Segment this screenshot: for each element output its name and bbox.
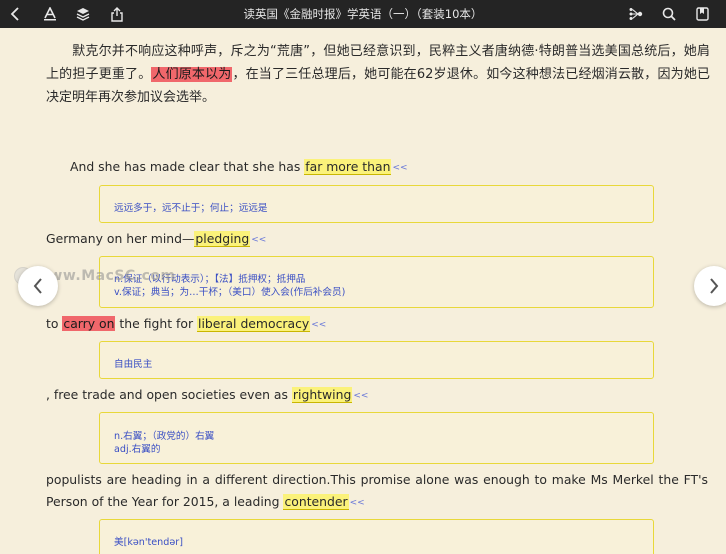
note-line: n.保证（以行动表示）；【法】抵押权；抵押品 [114,274,306,285]
layers-icon[interactable] [73,4,93,24]
vocab-note: 自由民主 [99,341,654,379]
sentence-line: And she has made clear that she has far … [70,158,726,177]
red-highlight[interactable]: carry on [62,316,116,331]
collapse-arrow[interactable]: << [311,320,326,330]
note-line: v.保证；典当；为…干杯；（美口）使入会(作后补会员) [114,287,346,298]
note-line: n.右翼；（政党的）右翼 [114,431,215,442]
sentence-text: , free trade and open societies even as [46,387,292,402]
back-chevron-icon[interactable] [6,4,26,24]
sentence-line: , free trade and open societies even as … [46,386,708,405]
vocab-note: 远远多于，远不止于；何止；远远是 [99,185,654,223]
chinese-paragraph: 默克尔并不响应这种呼声，斥之为“荒唐”，但她已经意识到，民粹主义者唐纳德·特朗普… [46,40,710,109]
vocab-note: n.保证（以行动表示）；【法】抵押权；抵押品 v.保证；典当；为…干杯；（美口）… [99,256,654,308]
share-icon[interactable] [107,4,127,24]
sentence-text: And she has made clear that she has [70,159,305,174]
sentence-line: Person of the Year for 2015, a leading c… [46,493,708,512]
collapse-arrow[interactable]: << [251,235,266,245]
collapse-arrow[interactable]: << [392,163,407,173]
sentence-text: Person of the Year for 2015, a leading [46,494,284,509]
vocab-highlight[interactable]: rightwing [291,387,353,403]
vocab-highlight[interactable]: contender [283,494,349,510]
collapse-arrow[interactable]: << [350,498,365,508]
reader-toolbar: 读英国《金融时报》学英语（一）（套装10本） [0,0,726,28]
vocab-highlight[interactable]: liberal democracy [197,316,311,332]
bookmark-icon[interactable] [692,4,712,24]
note-line: 自由民主 [114,359,153,370]
next-page-button[interactable] [694,266,726,306]
note-line: adj.右翼的 [114,444,161,455]
collapse-arrow[interactable]: << [353,391,368,401]
vocab-highlight[interactable]: far more than [304,159,392,175]
sentence-line: Germany on her mind—pledging << [46,230,708,249]
sentence-text: to [46,316,63,331]
chevron-left-icon [33,278,42,294]
chevron-right-icon [710,278,719,294]
sentence-line: populists are heading in a different dir… [46,472,708,487]
reader-content: 默克尔并不响应这种呼声，斥之为“荒唐”，但她已经意识到，民粹主义者唐纳德·特朗普… [0,28,726,554]
note-line: 远远多于，远不止于；何止；远远是 [114,203,268,214]
sentence-line: to carry on the fight for liberal democr… [46,315,708,334]
sentence-text: the fight for [115,316,197,331]
vocab-note: 美[kən'tendər] [99,519,654,554]
vocab-highlight[interactable]: pledging [194,231,251,247]
mind-map-icon[interactable] [626,4,646,24]
sentence-text: Germany on her mind— [46,231,195,246]
font-size-icon[interactable] [40,4,60,24]
vocab-note: n.右翼；（政党的）右翼 adj.右翼的 [99,412,654,464]
note-line: 美[kən'tendər] [114,537,183,548]
search-icon[interactable] [659,4,679,24]
prev-page-button[interactable] [18,266,58,306]
red-highlight[interactable]: 人们原本以为 [151,67,233,82]
